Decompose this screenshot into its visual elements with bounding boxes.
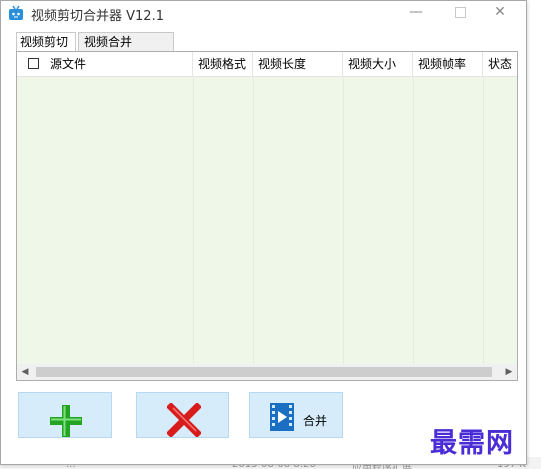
merge-button-label: 合并 xyxy=(303,414,328,428)
col-status[interactable]: 状态 xyxy=(483,52,519,76)
minimize-button[interactable]: — xyxy=(395,1,437,25)
app-window: 视频剪切合并器 V12.1 — ✕ 视频剪切 视频合并 源文件 视频格式 视频长… xyxy=(0,0,527,465)
scroll-right-arrow-icon[interactable]: ▶ xyxy=(501,364,517,380)
window-title: 视频剪切合并器 V12.1 xyxy=(31,9,164,24)
plus-icon xyxy=(50,405,82,437)
remove-files-button[interactable] xyxy=(136,392,229,438)
col-source-file[interactable]: 源文件 xyxy=(17,52,193,76)
scroll-thumb[interactable] xyxy=(36,367,492,377)
horizontal-scrollbar[interactable]: ◀ ▶ xyxy=(17,364,517,380)
add-files-button[interactable] xyxy=(18,392,112,438)
column-divider xyxy=(253,76,254,366)
tab-video-merge[interactable]: 视频合并 xyxy=(78,32,174,51)
column-divider xyxy=(413,76,414,366)
tv-app-icon xyxy=(9,5,23,20)
select-all-checkbox[interactable] xyxy=(28,58,39,69)
col-format[interactable]: 视频格式 xyxy=(193,52,253,76)
col-source-file-label: 源文件 xyxy=(50,57,87,71)
red-x-icon xyxy=(167,403,201,437)
close-button[interactable]: ✕ xyxy=(479,1,521,25)
column-divider xyxy=(483,76,484,366)
col-duration[interactable]: 视频长度 xyxy=(253,52,343,76)
film-play-icon xyxy=(270,403,294,431)
scroll-left-arrow-icon[interactable]: ◀ xyxy=(17,364,33,380)
maximize-icon xyxy=(454,6,466,18)
file-list-table: 源文件 视频格式 视频长度 视频大小 视频帧率 状态 ◀ ▶ xyxy=(16,51,518,381)
column-divider xyxy=(193,76,194,366)
table-header: 源文件 视频格式 视频长度 视频大小 视频帧率 状态 xyxy=(17,52,517,77)
tab-video-cut[interactable]: 视频剪切 xyxy=(16,32,76,51)
col-framerate[interactable]: 视频帧率 xyxy=(413,52,483,76)
column-divider xyxy=(343,76,344,366)
title-bar[interactable]: 视频剪切合并器 V12.1 — ✕ xyxy=(1,1,526,25)
col-size[interactable]: 视频大小 xyxy=(343,52,413,76)
maximize-button[interactable] xyxy=(439,1,481,25)
watermark-logo: 最需网 xyxy=(430,428,514,459)
merge-button[interactable]: 合并 xyxy=(249,392,343,438)
